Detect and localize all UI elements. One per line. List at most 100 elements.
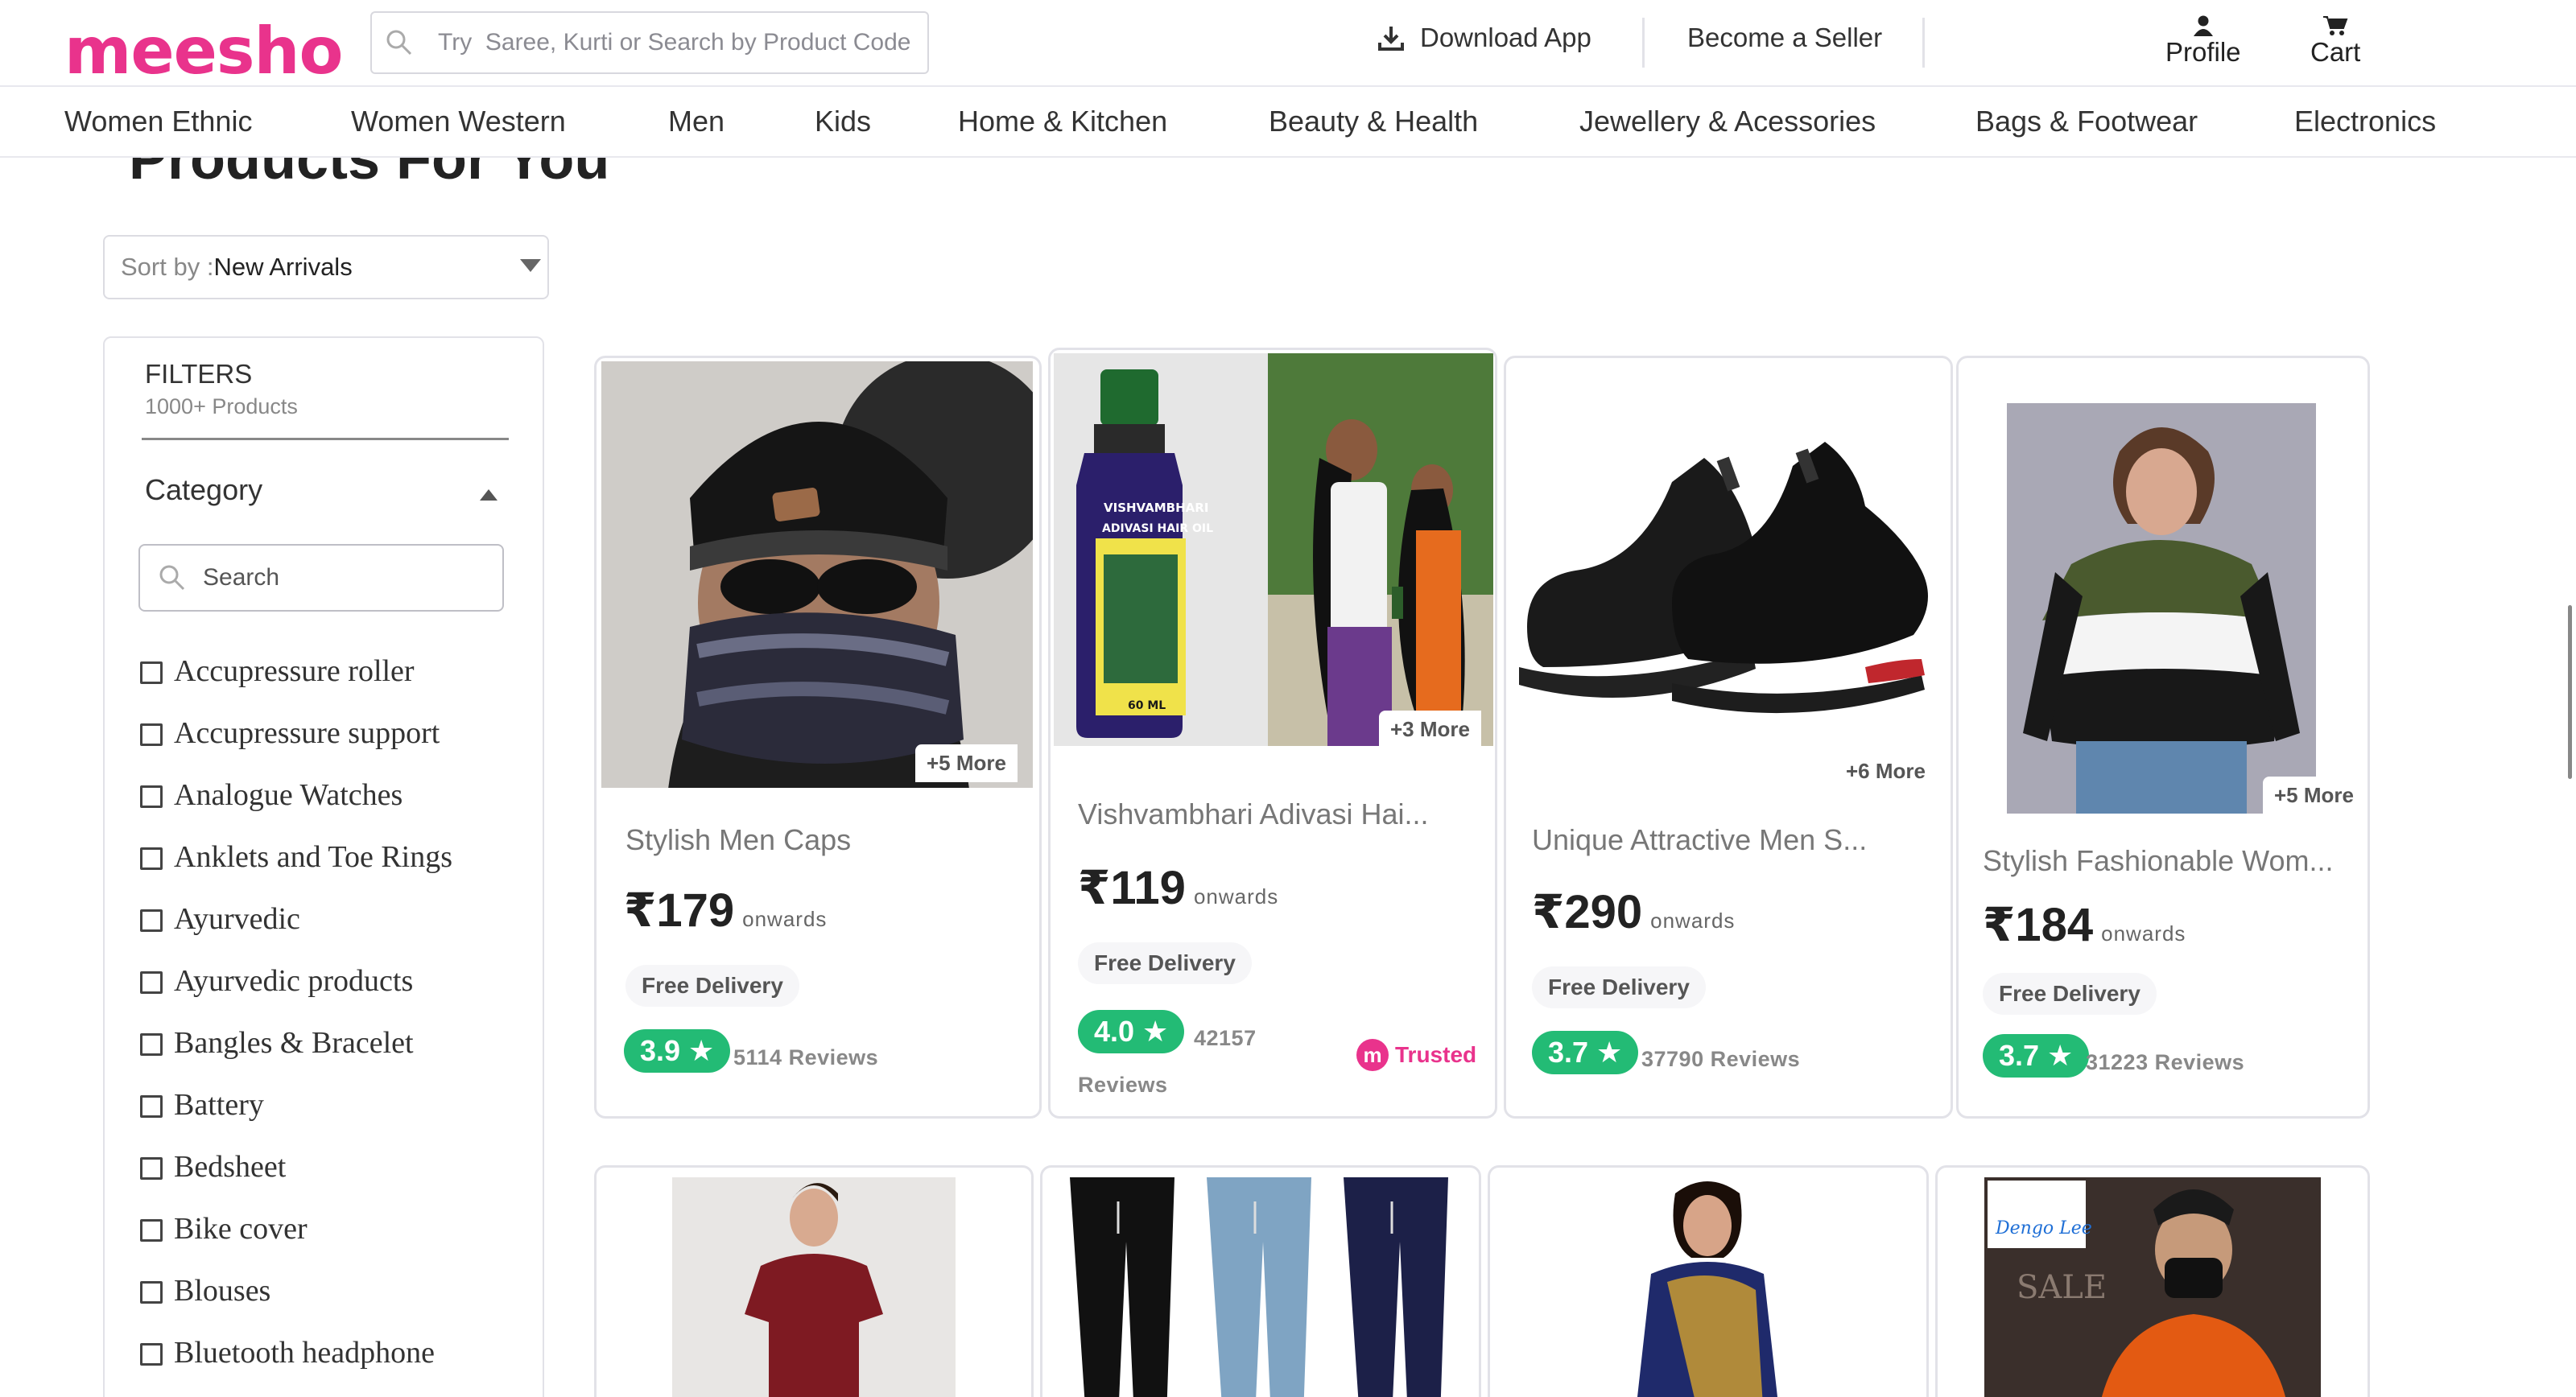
category-option-label: Accupressure support — [174, 716, 440, 750]
rating-value: 3.7 — [1548, 1036, 1589, 1069]
product-name[interactable]: Vishvambhari Adivasi Hai... — [1078, 797, 1429, 831]
category-search-box[interactable] — [138, 544, 504, 612]
nav-beauty-health[interactable]: Beauty & Health — [1269, 105, 1478, 138]
product-card[interactable] — [1040, 1165, 1481, 1397]
free-delivery-badge: Free Delivery — [625, 965, 799, 1007]
category-option[interactable]: Anklets and Toe Rings — [140, 839, 452, 901]
product-price: ₹290 onwards — [1532, 884, 1735, 939]
cart-button[interactable]: Cart — [2310, 14, 2360, 68]
more-variants-badge[interactable]: +5 More — [2263, 777, 2365, 814]
more-variants-badge[interactable]: +5 More — [915, 744, 1018, 782]
search-input[interactable] — [438, 29, 921, 56]
trusted-badge: m Trusted — [1356, 1039, 1476, 1071]
star-icon: ★ — [2047, 1039, 2074, 1072]
checkbox[interactable] — [140, 1157, 163, 1180]
scrollbar[interactable] — [2568, 605, 2572, 779]
meesho-logo[interactable]: meesho — [64, 11, 343, 92]
category-option[interactable]: Battery — [140, 1087, 452, 1149]
checkbox[interactable] — [140, 1343, 163, 1366]
sort-value: New Arrivals — [213, 253, 353, 281]
checkbox[interactable] — [140, 909, 163, 932]
product-card[interactable]: +5 More Stylish Fashionable Wom... ₹184 o… — [1956, 356, 2370, 1119]
price-suffix: onwards — [2101, 921, 2186, 946]
product-image[interactable] — [672, 1177, 956, 1397]
product-card[interactable]: VISHVAMBHARI ADIVASI HAIR OIL 60 ML +3 M… — [1048, 348, 1497, 1119]
download-app-link[interactable]: Download App — [1377, 23, 1591, 53]
product-name[interactable]: Stylish Fashionable Wom... — [1983, 844, 2334, 878]
product-card[interactable]: +6 More Unique Attractive Men S... ₹290 o… — [1504, 356, 1953, 1119]
category-option[interactable]: Accupressure roller — [140, 653, 452, 715]
category-option-label: Analogue Watches — [174, 778, 403, 812]
category-option-label: Bluetooth headphone — [174, 1336, 435, 1370]
category-option[interactable]: Ayurvedic — [140, 901, 452, 963]
category-option-label: Blouses — [174, 1274, 271, 1308]
profile-button[interactable]: Profile — [2165, 14, 2241, 68]
product-card[interactable] — [594, 1165, 1034, 1397]
category-option-label: Accupressure roller — [174, 654, 415, 688]
checkbox[interactable] — [140, 847, 163, 870]
checkbox[interactable] — [140, 723, 163, 746]
category-heading[interactable]: Category — [145, 473, 262, 507]
review-label: Reviews — [1078, 1073, 1168, 1097]
product-image[interactable] — [1579, 1177, 1836, 1397]
product-name[interactable]: Unique Attractive Men S... — [1532, 823, 1867, 857]
rating-badge: 3.7 ★ — [1532, 1031, 1639, 1074]
product-card[interactable]: Dengo Lee SALE — [1935, 1165, 2370, 1397]
category-option-label: Anklets and Toe Rings — [174, 840, 453, 874]
category-option[interactable]: Bedsheet — [140, 1149, 452, 1211]
category-option[interactable]: Ayurvedic products — [140, 963, 452, 1025]
nav-women-western[interactable]: Women Western — [351, 105, 566, 138]
bottle-label-text: ADIVASI HAIR OIL — [1102, 522, 1213, 535]
star-icon: ★ — [688, 1034, 715, 1067]
search-bar[interactable] — [370, 11, 929, 74]
category-option[interactable]: Bluetooth headphone — [140, 1335, 452, 1397]
nav-bags-footwear[interactable]: Bags & Footwear — [1975, 105, 2198, 138]
product-card[interactable] — [1488, 1165, 1929, 1397]
more-variants-badge[interactable]: +6 More — [1835, 752, 1937, 790]
product-image[interactable]: Dengo Lee SALE — [1984, 1177, 2321, 1397]
category-option[interactable]: Bike cover — [140, 1211, 452, 1273]
checkbox[interactable] — [140, 1033, 163, 1056]
category-option[interactable]: Bangles & Bracelet — [140, 1025, 452, 1087]
become-seller-link[interactable]: Become a Seller — [1687, 23, 1882, 53]
free-delivery-badge: Free Delivery — [1532, 966, 1706, 1008]
bottle-brand-text: VISHVAMBHARI — [1104, 501, 1208, 515]
bottle-size-text: 60 ML — [1128, 699, 1166, 712]
product-price: ₹179 onwards — [624, 883, 827, 938]
women-top-product-photo — [2007, 403, 2316, 814]
nav-jewellery[interactable]: Jewellery & Acessories — [1579, 105, 1876, 138]
category-option[interactable]: Accupressure support — [140, 715, 452, 777]
nav-women-ethnic[interactable]: Women Ethnic — [64, 105, 252, 138]
star-icon: ★ — [1142, 1015, 1169, 1048]
checkbox[interactable] — [140, 971, 163, 994]
more-variants-badge[interactable]: +3 More — [1379, 711, 1481, 748]
checkbox[interactable] — [140, 1219, 163, 1242]
free-delivery-badge: Free Delivery — [1078, 942, 1252, 984]
product-image[interactable] — [1062, 1177, 1464, 1397]
nav-electronics[interactable]: Electronics — [2294, 105, 2436, 138]
category-search-input[interactable] — [203, 564, 493, 591]
category-list: Accupressure roller Accupressure support… — [140, 653, 452, 1397]
checkbox[interactable] — [140, 1095, 163, 1118]
checkbox[interactable] — [140, 1281, 163, 1304]
nav-men[interactable]: Men — [668, 105, 724, 138]
price-value: ₹290 — [1532, 886, 1643, 938]
product-card[interactable]: +5 More Stylish Men Caps ₹179 onwards Fre… — [594, 356, 1042, 1119]
price-suffix: onwards — [1193, 884, 1279, 909]
checkbox[interactable] — [140, 785, 163, 808]
product-image[interactable] — [1511, 361, 1946, 748]
download-app-label: Download App — [1420, 23, 1591, 52]
category-option[interactable]: Analogue Watches — [140, 777, 452, 839]
category-option-label: Bike cover — [174, 1212, 308, 1246]
product-image[interactable] — [601, 361, 1033, 788]
product-image[interactable]: VISHVAMBHARI ADIVASI HAIR OIL 60 ML — [1054, 353, 1493, 746]
nav-kids[interactable]: Kids — [815, 105, 871, 138]
nav-home-kitchen[interactable]: Home & Kitchen — [958, 105, 1167, 138]
saree-product-photo — [1579, 1177, 1836, 1397]
checkbox[interactable] — [140, 661, 163, 684]
product-name[interactable]: Stylish Men Caps — [625, 823, 851, 857]
chevron-up-icon[interactable] — [480, 489, 497, 501]
category-option[interactable]: Blouses — [140, 1273, 452, 1335]
product-image[interactable] — [2007, 403, 2316, 814]
sort-dropdown[interactable]: Sort by : New Arrivals — [103, 235, 549, 299]
